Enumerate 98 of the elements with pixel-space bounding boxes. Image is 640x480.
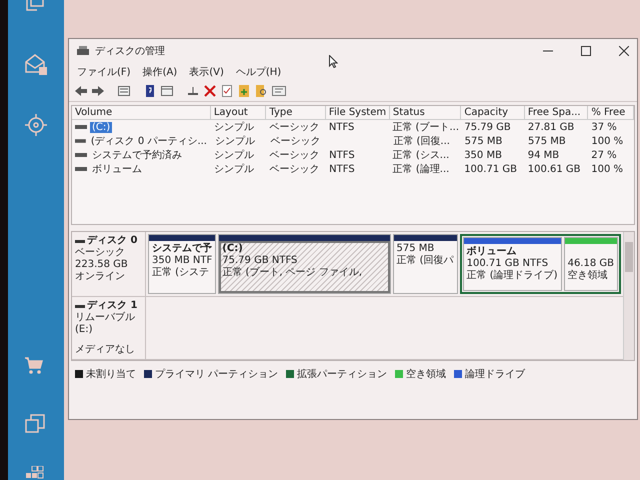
partition-text: 46.18 GB	[568, 258, 614, 270]
disk-info: オンライン	[75, 271, 126, 283]
table-cell: NTFS	[329, 164, 355, 174]
partition-text: 75.79 GB NTFS	[222, 255, 298, 266]
mouse-cursor-icon	[329, 55, 338, 68]
partition-block[interactable]: 46.18 GB 空き領域	[564, 237, 618, 291]
table-cell[interactable]: (C:)	[90, 122, 112, 132]
disk-info: リムーバブル (E:)	[75, 312, 136, 336]
maximize-icon[interactable]	[581, 46, 591, 56]
disk-label-panel[interactable]: ディスク 0 ベーシック 223.58 GB オンライン	[72, 232, 146, 296]
table-cell: 100 %	[591, 136, 624, 146]
volume-icon	[75, 124, 87, 130]
column-header[interactable]: Capacity	[461, 106, 525, 119]
folder-add-icon[interactable]	[238, 85, 250, 97]
disk-name: ディスク 0	[87, 235, 138, 247]
table-cell[interactable]: システムで予約済み	[90, 148, 184, 162]
table-cell: NTFS	[328, 122, 354, 132]
partition-text: (C:)	[222, 243, 244, 255]
legend-label: プライマリ パーティション	[155, 368, 278, 381]
legend-label: 未割り当て	[86, 368, 136, 381]
table-cell: 27 %	[591, 150, 617, 160]
column-header[interactable]: Status	[390, 106, 462, 119]
column-header[interactable]: Layout	[210, 106, 266, 119]
table-cell: 27.81 GB	[528, 122, 574, 132]
table-cell-text: シンプル	[214, 120, 254, 134]
disk-info: ベーシック	[75, 247, 126, 259]
mail-lock-icon[interactable]	[24, 52, 48, 76]
table-cell-text: 正常 (シス...	[392, 148, 450, 162]
back-arrow-icon[interactable]	[75, 85, 87, 97]
copy-icon[interactable]	[24, 413, 46, 435]
table-cell: 100 %	[591, 164, 624, 174]
properties-icon[interactable]	[272, 85, 286, 97]
table-cell-text: 正常 (ブート...	[392, 120, 459, 134]
disk-label-panel[interactable]: ディスク 1 リムーバブル (E:) メディアなし	[72, 297, 146, 359]
disk-name: ディスク 1	[87, 300, 138, 312]
close-icon[interactable]	[619, 46, 629, 56]
disk-info: メディアなし	[75, 344, 136, 356]
menu-item[interactable]: 操作(A)	[142, 65, 178, 79]
table-cell: 100.71 GB	[464, 164, 517, 174]
forward-arrow-icon[interactable]	[92, 85, 104, 97]
panel-view-icon[interactable]	[161, 85, 173, 97]
table-cell-text: ベーシック	[270, 149, 320, 162]
volume-icon	[75, 166, 87, 172]
cart-icon[interactable]	[24, 356, 44, 376]
table-cell-text: ベーシック	[270, 135, 320, 148]
partition-text: 正常 (回復パ	[396, 255, 454, 267]
volume-icon	[75, 138, 86, 144]
target-icon[interactable]	[24, 113, 48, 137]
table-cell[interactable]: ボリューム	[90, 162, 144, 176]
table-cell-text: ベーシック	[269, 121, 320, 134]
column-header[interactable]: Type	[266, 106, 326, 119]
partition-text: 100.71 GB NTFS	[466, 258, 550, 270]
delete-x-icon[interactable]	[204, 85, 216, 97]
legend-label: 論理ドライブ	[465, 368, 526, 381]
menu-item[interactable]: 表示(V)	[189, 65, 224, 79]
table-cell: 94 MB	[528, 150, 560, 160]
table-cell-text: 正常 (論理...	[392, 162, 450, 176]
partition-block[interactable]: システムで予 350 MB NTF 正常 (システ	[148, 234, 216, 294]
menu-item[interactable]: ヘルプ(H)	[236, 65, 282, 79]
grid-icon[interactable]	[24, 466, 44, 480]
table-cell: NTFS	[329, 150, 355, 160]
table-cell: 350 MB	[464, 150, 502, 160]
partition-text: 正常 (論理ドライブ)	[466, 270, 558, 282]
table-cell[interactable]: (ディスク 0 パーティシ...	[88, 134, 209, 148]
partition-block[interactable]: ボリューム 100.71 GB NTFS 正常 (論理ドライブ)	[462, 237, 562, 291]
table-cell-text: シンプル	[214, 148, 254, 162]
column-header[interactable]: File System	[326, 106, 390, 119]
partition-text: 350 MB NTF	[152, 255, 212, 266]
table-cell-text: ベーシック	[270, 163, 320, 176]
help-book-icon[interactable]	[144, 85, 156, 97]
disk-info: 223.58 GB	[75, 259, 129, 271]
table-cell: 37 %	[591, 122, 617, 132]
partition-text: 正常 (システ	[152, 267, 210, 279]
column-header[interactable]: Volume	[72, 106, 211, 119]
partition-text: システムで予	[152, 243, 212, 255]
partition-block[interactable]: (C:) 75.79 GB NTFS 正常 (ブート, ページ ファイル,	[218, 234, 390, 294]
partition-text: 空き領域	[568, 270, 609, 282]
partition-text: 正常 (ブート, ページ ファイル,	[222, 267, 364, 279]
partition-block[interactable]: 575 MB 正常 (回復パ	[392, 234, 458, 294]
checklist-icon[interactable]	[221, 85, 233, 97]
menu-item[interactable]: ファイル(F)	[77, 65, 131, 79]
volume-icon	[75, 152, 87, 158]
scrollbar[interactable]	[623, 232, 634, 360]
table-cell: 575 MB	[464, 136, 502, 146]
table-cell-text: 正常 (回復...	[393, 134, 450, 148]
column-header[interactable]: % Free	[588, 106, 634, 119]
table-cell: 75.79 GB	[464, 122, 511, 132]
legend-label: 空き領域	[406, 368, 446, 381]
legend-label: 拡張パーティション	[297, 368, 388, 381]
table-cell: 575 MB	[528, 136, 566, 146]
partition-text: ボリューム	[466, 246, 518, 258]
column-header[interactable]: Free Spa...	[524, 106, 588, 119]
window-title: ディスクの管理	[95, 45, 165, 58]
list-view-icon[interactable]	[118, 85, 130, 97]
table-cell: 100.61 GB	[528, 164, 581, 174]
table-cell-text: シンプル	[214, 162, 254, 176]
partition-text: 575 MB	[396, 243, 436, 254]
table-cell-text: シンプル	[215, 134, 255, 148]
